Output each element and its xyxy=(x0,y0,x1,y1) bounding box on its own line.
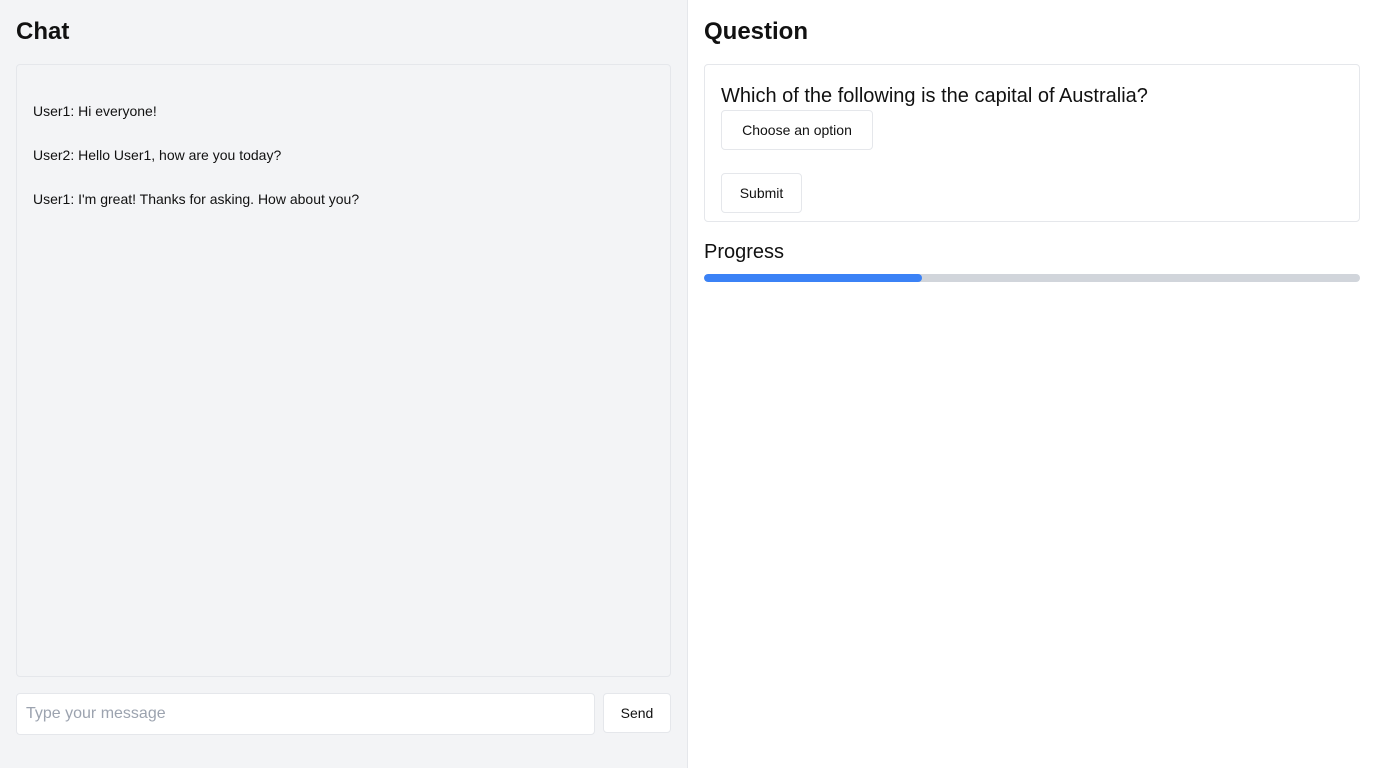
app-root: Chat User1: Hi everyone! User2: Hello Us… xyxy=(0,0,1376,768)
chat-messages[interactable]: User1: Hi everyone! User2: Hello User1, … xyxy=(16,64,671,677)
chat-title: Chat xyxy=(16,18,70,45)
send-button[interactable]: Send xyxy=(603,693,671,733)
question-panel: Question Which of the following is the c… xyxy=(688,0,1376,768)
chat-message: User2: Hello User1, how are you today? xyxy=(33,147,282,163)
question-card: Which of the following is the capital of… xyxy=(704,64,1360,222)
progress-fill xyxy=(704,274,923,282)
question-text: Which of the following is the capital of… xyxy=(721,85,1148,107)
progress-label: Progress xyxy=(704,241,785,263)
progress-bar xyxy=(704,274,1360,282)
chat-message: User1: Hi everyone! xyxy=(33,103,157,119)
chat-message: User1: I'm great! Thanks for asking. How… xyxy=(33,191,360,207)
message-input[interactable] xyxy=(16,693,595,735)
choose-option-button[interactable]: Choose an option xyxy=(721,110,873,150)
question-title: Question xyxy=(704,18,809,45)
chat-panel: Chat User1: Hi everyone! User2: Hello Us… xyxy=(0,0,688,768)
submit-button[interactable]: Submit xyxy=(721,173,802,213)
